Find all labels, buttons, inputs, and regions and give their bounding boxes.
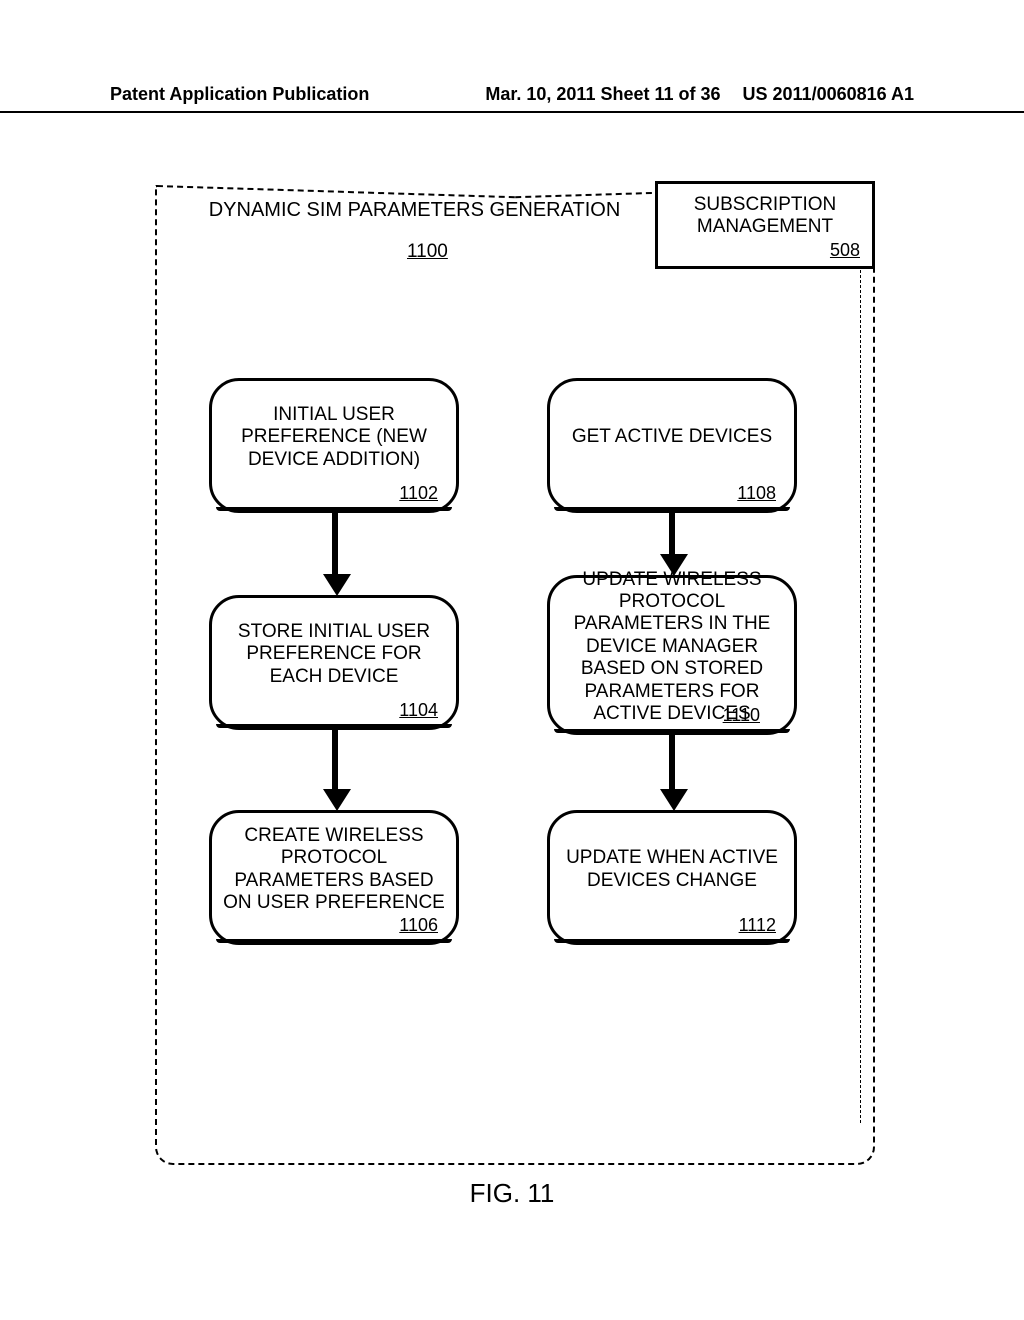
box-1112: UPDATE WHEN ACTIVE DEVICES CHANGE 1112 (547, 810, 797, 945)
box-1102: INITIAL USER PREFERENCE (NEW DEVICE ADDI… (209, 378, 459, 513)
subscription-management-box: SUBSCRIPTION MANAGEMENT 508 (655, 181, 875, 269)
header-left: Patent Application Publication (110, 84, 369, 105)
diagram-title: DYNAMIC SIM PARAMETERS GENERATION (197, 199, 632, 222)
box-1108: GET ACTIVE DEVICES 1108 (547, 378, 797, 513)
header-center: Mar. 10, 2011 Sheet 11 of 36 (485, 84, 720, 105)
box-1104-ref: 1104 (399, 700, 438, 721)
box-1106: CREATE WIRELESS PROTOCOL PARAMETERS BASE… (209, 810, 459, 945)
box-1112-ref: 1112 (739, 915, 776, 936)
diagram-container-1100: DYNAMIC SIM PARAMETERS GENERATION 1100 S… (155, 185, 875, 1165)
arrow-1102-to-1104 (323, 513, 347, 597)
page-header: Patent Application Publication Mar. 10, … (0, 84, 1024, 113)
inner-dash-edge (860, 255, 861, 1123)
subscription-management-label: SUBSCRIPTION MANAGEMENT (666, 194, 864, 238)
arrow-1110-to-1112 (660, 735, 684, 812)
arrow-1104-to-1106 (323, 730, 347, 812)
header-right: US 2011/0060816 A1 (743, 84, 914, 105)
box-1110: UPDATE WIRELESS PROTOCOL PARAMETERS IN T… (547, 575, 797, 735)
box-1108-text: GET ACTIVE DEVICES (560, 395, 784, 480)
box-1110-ref: 1110 (723, 705, 760, 726)
box-1110-text: UPDATE WIRELESS PROTOCOL PARAMETERS IN T… (560, 592, 784, 702)
box-1102-ref: 1102 (399, 483, 438, 504)
arrow-1108-to-1110 (660, 513, 684, 577)
diagram-title-ref: 1100 (407, 241, 448, 263)
patent-page: Patent Application Publication Mar. 10, … (0, 0, 1024, 1320)
figure-label: FIG. 11 (0, 1178, 1024, 1209)
subscription-management-ref: 508 (666, 240, 864, 261)
box-1108-ref: 1108 (737, 483, 776, 504)
box-1102-text: INITIAL USER PREFERENCE (NEW DEVICE ADDI… (222, 395, 446, 480)
box-1104-text: STORE INITIAL USER PREFERENCE FOR EACH D… (222, 612, 446, 697)
box-1106-text: CREATE WIRELESS PROTOCOL PARAMETERS BASE… (222, 827, 446, 912)
box-1104: STORE INITIAL USER PREFERENCE FOR EACH D… (209, 595, 459, 730)
box-1112-text: UPDATE WHEN ACTIVE DEVICES CHANGE (560, 827, 784, 912)
box-1106-ref: 1106 (399, 915, 438, 936)
